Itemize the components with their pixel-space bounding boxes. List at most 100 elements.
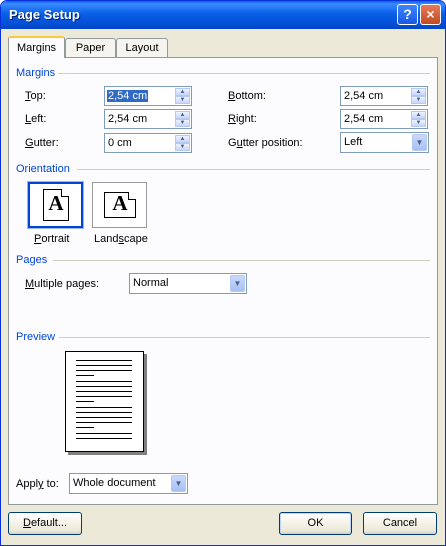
gutter-input[interactable]: 0 cm ▲ ▼ [104, 133, 192, 153]
top-label-text: op: [30, 90, 46, 102]
default-button[interactable]: Default... [8, 512, 82, 535]
multiple-pages-label: Multiple pages: [25, 278, 99, 290]
gutter-label: Gutter: [25, 137, 59, 149]
gutter-value: 0 cm [108, 137, 132, 149]
apply-to-select[interactable]: Whole document ▼ [69, 473, 188, 494]
margins-group-label: Margins [16, 67, 56, 79]
chevron-down-icon[interactable]: ▼ [171, 475, 186, 492]
spin-arrows-icon[interactable]: ▲ ▼ [175, 135, 190, 151]
preview-line [76, 396, 132, 397]
preview-line [76, 375, 94, 376]
chevron-down-icon[interactable]: ▼ [230, 275, 245, 292]
preview-line [76, 407, 132, 408]
preview-line [76, 381, 132, 382]
spin-down-icon[interactable]: ▼ [175, 119, 190, 127]
default-label: efault... [30, 517, 68, 529]
help-button[interactable]: ? [397, 4, 418, 25]
cancel-label: Cancel [382, 517, 418, 529]
right-margin-value: 2,54 cm [344, 113, 384, 125]
page-icon: A [43, 189, 69, 221]
preview-line [76, 360, 132, 361]
top-margin-value: 2,54 cm [107, 90, 149, 102]
apply-to-label-text: to: [43, 478, 59, 490]
spin-up-icon[interactable]: ▲ [175, 88, 190, 96]
page-setup-dialog: Page Setup ? × Margins Paper Layout Marg… [0, 0, 446, 546]
tab-margins-label: Margins [16, 42, 57, 54]
ok-button[interactable]: OK [279, 512, 352, 535]
title-bar[interactable]: Page Setup ? × [1, 1, 445, 29]
window-title: Page Setup [9, 7, 80, 22]
preview-group-label: Preview [16, 331, 56, 343]
portrait-option[interactable]: A [27, 181, 84, 229]
default-mnemonic: D [22, 517, 31, 529]
preview-line [76, 391, 132, 392]
spin-arrows-icon[interactable]: ▲ ▼ [411, 111, 426, 127]
cancel-button[interactable]: Cancel [363, 512, 437, 535]
bottom-margin-value: 2,54 cm [344, 90, 384, 102]
preview-line [76, 417, 132, 418]
help-icon: ? [403, 6, 412, 22]
right-label-text: ight: [235, 113, 257, 125]
right-mnemonic: R [228, 113, 236, 125]
spin-up-icon[interactable]: ▲ [411, 88, 426, 96]
spin-up-icon[interactable]: ▲ [175, 111, 190, 119]
pages-divider [53, 260, 430, 261]
preview-divider [59, 337, 430, 338]
spin-down-icon[interactable]: ▼ [175, 143, 190, 151]
tab-paper[interactable]: Paper [65, 38, 116, 57]
preview-line [76, 433, 132, 434]
preview-line [76, 438, 132, 439]
multiple-pages-mnemonic: M [25, 278, 35, 290]
top-label: Top: [25, 90, 46, 102]
bottom-label-text: ottom: [235, 90, 266, 102]
ok-label: OK [307, 517, 324, 529]
spin-down-icon[interactable]: ▼ [175, 96, 190, 104]
gutter-position-value: Left [344, 136, 363, 148]
preview-line [76, 386, 132, 387]
apply-to-label: Apply to: [16, 478, 59, 490]
spin-up-icon[interactable]: ▲ [175, 135, 190, 143]
portrait-label-text: ortrait [41, 233, 70, 245]
left-label: Left: [25, 113, 46, 125]
page-icon: A [104, 191, 136, 218]
left-label-text: eft: [31, 113, 47, 125]
tab-layout[interactable]: Layout [116, 38, 168, 57]
margins-divider [58, 73, 430, 74]
left-margin-value: 2,54 cm [108, 113, 148, 125]
spin-down-icon[interactable]: ▼ [411, 96, 426, 104]
gutter-position-label-text: tter position: [242, 137, 303, 149]
left-margin-input[interactable]: 2,54 cm ▲ ▼ [104, 109, 192, 129]
multiple-pages-select[interactable]: Normal ▼ [129, 273, 247, 294]
tab-margins[interactable]: Margins [8, 36, 65, 58]
bottom-margin-input[interactable]: 2,54 cm ▲ ▼ [340, 86, 428, 106]
right-label: Right: [228, 113, 257, 125]
preview-line [76, 365, 132, 366]
preview-line [76, 422, 132, 423]
spin-arrows-icon[interactable]: ▲ ▼ [175, 111, 190, 127]
preview-page [65, 351, 144, 452]
multiple-pages-label-text: ultiple pages: [34, 278, 99, 290]
preview-line [76, 370, 132, 371]
spin-up-icon[interactable]: ▲ [411, 111, 426, 119]
landscape-pre: Land [94, 233, 119, 245]
tab-paper-label: Paper [75, 42, 106, 54]
orientation-divider [77, 169, 430, 170]
preview-line [76, 427, 94, 428]
close-button[interactable]: × [420, 4, 441, 25]
portrait-glyph: A [48, 191, 64, 215]
landscape-glyph: A [112, 191, 128, 215]
bottom-label: Bottom: [228, 90, 266, 102]
orientation-group-label: Orientation [16, 163, 70, 175]
portrait-label: Portrait [34, 233, 69, 245]
top-margin-input[interactable]: 2,54 cm ▲ ▼ [104, 86, 192, 106]
spin-arrows-icon[interactable]: ▲ ▼ [175, 88, 190, 104]
gutter-position-select[interactable]: Left ▼ [340, 132, 429, 153]
spin-down-icon[interactable]: ▼ [411, 119, 426, 127]
gutter-position-pre: G [228, 137, 237, 149]
pages-group-label: Pages [16, 254, 48, 266]
spin-arrows-icon[interactable]: ▲ ▼ [411, 88, 426, 104]
tab-layout-label: Layout [125, 42, 159, 54]
chevron-down-icon[interactable]: ▼ [412, 134, 427, 151]
landscape-option[interactable]: A [92, 182, 147, 228]
right-margin-input[interactable]: 2,54 cm ▲ ▼ [340, 109, 428, 129]
